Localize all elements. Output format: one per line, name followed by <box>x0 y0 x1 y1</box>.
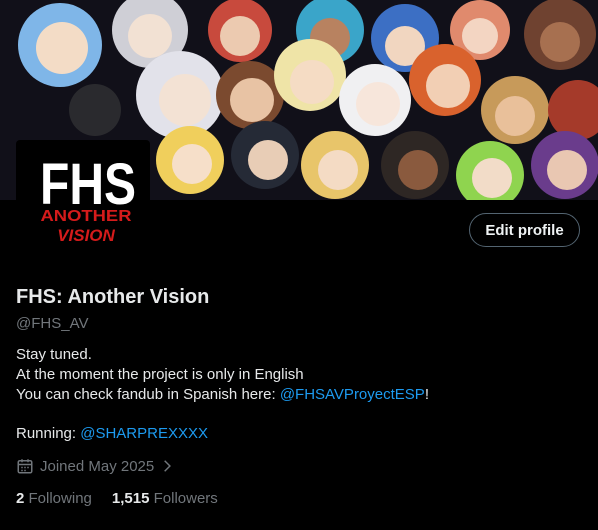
user-handle: @FHS_AV <box>16 315 89 332</box>
bio-line-3-suffix: ! <box>424 386 429 403</box>
following-link[interactable]: 2 Following <box>16 490 92 507</box>
following-count: 2 <box>16 490 25 507</box>
avatar-subtitle-1: ANOTHER <box>40 208 132 225</box>
avatar-logo-text: FHS <box>40 154 136 210</box>
followers-label: Followers <box>153 490 218 507</box>
running-label: Running: <box>16 425 81 442</box>
followers-count: 1,515 <box>111 490 150 507</box>
bio-line-1: Stay tuned. <box>16 346 92 363</box>
runner-account-link[interactable]: @SHARPREXXXX <box>80 425 208 442</box>
running-line: Running: @SHARPREXXXX <box>16 425 208 442</box>
profile-bio: Stay tuned. At the moment the project is… <box>16 345 429 405</box>
spanish-account-link[interactable]: @FHSAVProyectESP <box>280 386 425 403</box>
chevron-right-icon <box>164 460 172 472</box>
profile-avatar[interactable]: FHS ANOTHER VISION <box>16 140 150 274</box>
follow-stats: 2 Following 1,515 Followers <box>16 490 218 507</box>
following-label: Following <box>28 490 92 507</box>
edit-profile-button[interactable]: Edit profile <box>469 213 580 247</box>
display-name: FHS: Another Vision <box>16 286 210 308</box>
calendar-icon <box>17 459 33 474</box>
bio-line-3: You can check fandub in Spanish here: @F… <box>16 385 429 405</box>
bio-line-2: At the moment the project is only in Eng… <box>16 366 304 383</box>
joined-text: Joined May 2025 <box>40 457 155 475</box>
followers-link[interactable]: 1,515 Followers <box>112 490 218 507</box>
avatar-logo: FHS <box>40 154 136 210</box>
bio-line-3-text: You can check fandub in Spanish here: <box>16 386 280 403</box>
joined-date[interactable]: Joined May 2025 <box>16 457 174 475</box>
avatar-subtitle-2: VISION <box>57 226 115 245</box>
